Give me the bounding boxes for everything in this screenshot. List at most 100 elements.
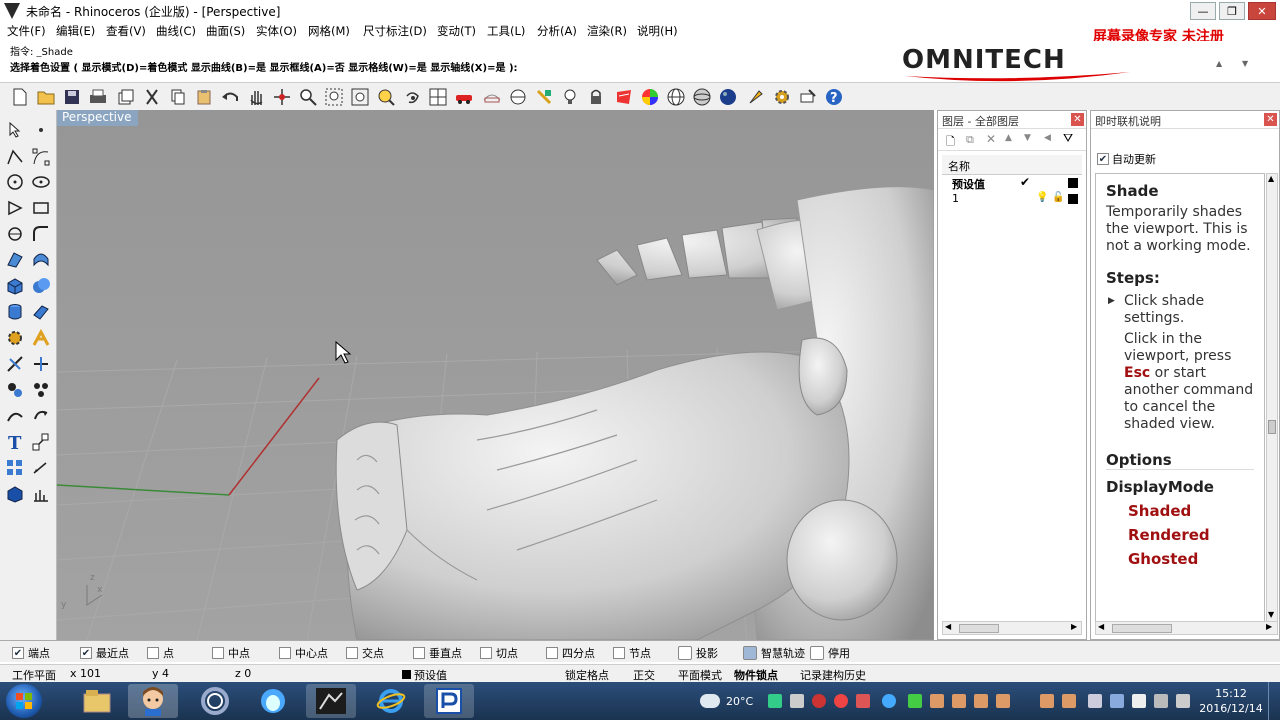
- scroll-left-icon[interactable]: ◀: [1098, 622, 1104, 631]
- tray-app-icon[interactable]: [1040, 694, 1054, 708]
- cylinder-icon[interactable]: [5, 302, 25, 322]
- block-icon[interactable]: [31, 380, 51, 400]
- menu-analyze[interactable]: 分析(A): [537, 23, 577, 39]
- cut-icon[interactable]: [142, 87, 162, 107]
- tray-app-icon[interactable]: [908, 694, 922, 708]
- rhino-taskbar-icon[interactable]: [306, 684, 356, 718]
- mode-ghosted-link[interactable]: Ghosted: [1128, 550, 1254, 568]
- snap-mid[interactable]: 中点: [212, 645, 250, 661]
- menu-help[interactable]: 说明(H): [637, 23, 678, 39]
- zoom-selected-icon[interactable]: [376, 87, 396, 107]
- move-out-icon[interactable]: ◀: [1044, 133, 1051, 143]
- layer-row[interactable]: 1 💡 🔓: [942, 191, 1082, 207]
- shaded-sphere-icon[interactable]: [692, 87, 712, 107]
- undo-view-icon[interactable]: [402, 87, 422, 107]
- scroll-thumb[interactable]: [1112, 624, 1172, 633]
- ortho-toggle[interactable]: 正交: [633, 667, 655, 683]
- target-cplane-icon[interactable]: [508, 87, 528, 107]
- snap-checkbox[interactable]: [480, 647, 492, 659]
- help-close-icon[interactable]: ✕: [1264, 113, 1277, 126]
- command-options-line[interactable]: 选择着色设置 ( 显示模式(D)=着色模式 显示曲线(B)=是 显示框线(A)=…: [10, 59, 518, 74]
- menu-tools[interactable]: 工具(L): [487, 23, 525, 39]
- snap-checkbox[interactable]: [147, 647, 159, 659]
- menu-mesh[interactable]: 网格(M): [308, 23, 350, 39]
- tools-icon[interactable]: [798, 87, 818, 107]
- layer-color-swatch[interactable]: [1068, 178, 1078, 188]
- project-toggle[interactable]: [678, 646, 692, 660]
- move-down-icon[interactable]: ▼: [1024, 133, 1031, 143]
- tray-app-icon[interactable]: [790, 694, 804, 708]
- new-sublayer-icon[interactable]: ⧉: [966, 133, 974, 147]
- viewport-scene[interactable]: z y x: [57, 110, 934, 640]
- boolean-union-icon[interactable]: [31, 276, 51, 296]
- rendered-sphere-icon[interactable]: [718, 87, 738, 107]
- scroll-right-icon[interactable]: ▶: [1071, 622, 1077, 631]
- tray-app-icon[interactable]: [996, 694, 1010, 708]
- perspective-viewport[interactable]: z y x Perspective: [57, 110, 934, 640]
- layers-horizontal-scrollbar[interactable]: ◀ ▶: [942, 621, 1082, 635]
- fillet-curve-icon[interactable]: [31, 224, 51, 244]
- current-layer[interactable]: 预设值: [414, 667, 447, 683]
- viewport-title-tab[interactable]: Perspective: [57, 110, 138, 126]
- surface-patch-icon[interactable]: [31, 250, 51, 270]
- tray-app-icon[interactable]: [812, 694, 826, 708]
- windows-logo-icon[interactable]: [15, 692, 33, 710]
- filter-icon[interactable]: ⛛: [1063, 131, 1073, 146]
- menu-file[interactable]: 文件(F): [7, 23, 46, 39]
- help-icon[interactable]: ?: [824, 87, 844, 107]
- undo-icon[interactable]: [220, 87, 240, 107]
- layer-row[interactable]: 预设值 ✔: [942, 175, 1082, 191]
- current-layer-check-icon[interactable]: ✔: [1020, 175, 1030, 189]
- tray-app-icon[interactable]: [1110, 694, 1124, 708]
- minimize-button[interactable]: —: [1190, 2, 1216, 20]
- delete-layer-icon[interactable]: ✕: [986, 132, 996, 146]
- character-app-taskbar-icon[interactable]: [128, 684, 178, 718]
- rectangle-icon[interactable]: [31, 198, 51, 218]
- render-box-icon[interactable]: [5, 484, 25, 504]
- command-scroll-arrows[interactable]: ▲ ▼: [1214, 41, 1270, 77]
- recorder-taskbar-icon[interactable]: [424, 684, 474, 718]
- tray-app-icon[interactable]: [834, 694, 848, 708]
- smarttrack-toggle[interactable]: [743, 646, 757, 660]
- zoom-extents-icon[interactable]: [350, 87, 370, 107]
- extrude-surface-icon[interactable]: [31, 302, 51, 322]
- ellipse-icon[interactable]: [31, 172, 51, 192]
- snap-near[interactable]: ✔ 最近点: [80, 645, 129, 661]
- explorer-taskbar-icon[interactable]: [72, 684, 122, 718]
- tray-app-icon[interactable]: [1062, 694, 1076, 708]
- menu-transform[interactable]: 变动(T): [437, 23, 476, 39]
- scroll-up-icon[interactable]: ▲: [1268, 174, 1274, 183]
- zoom-icon[interactable]: [298, 87, 318, 107]
- tray-app-icon[interactable]: [768, 694, 782, 708]
- select-arrow-icon[interactable]: [5, 120, 25, 140]
- menu-solid[interactable]: 实体(O): [256, 23, 297, 39]
- tray-app-icon[interactable]: [930, 694, 944, 708]
- wireframe-car-icon[interactable]: [482, 87, 502, 107]
- layer-column-header[interactable]: 名称: [942, 155, 1082, 175]
- network-signal-icon[interactable]: [1154, 694, 1168, 708]
- split-icon[interactable]: [31, 354, 51, 374]
- grid-snap-toggle[interactable]: 锁定格点: [565, 667, 609, 683]
- copy-window-icon[interactable]: [116, 87, 136, 107]
- snap-point[interactable]: 点: [147, 645, 174, 661]
- lightbulb-icon[interactable]: [560, 87, 580, 107]
- menu-curve[interactable]: 曲线(C): [156, 23, 196, 39]
- help-vertical-scrollbar[interactable]: ▲ ▼: [1266, 173, 1278, 625]
- expand-triangle-icon[interactable]: ▶: [1108, 293, 1115, 310]
- ie-browser-taskbar-icon[interactable]: [366, 684, 416, 718]
- circle-icon[interactable]: [5, 172, 25, 192]
- scale-icon[interactable]: [31, 432, 51, 452]
- scroll-down-icon[interactable]: ▼: [1268, 610, 1274, 619]
- surface-corner-icon[interactable]: [5, 250, 25, 270]
- print-icon[interactable]: [88, 87, 108, 107]
- snap-checkbox[interactable]: [279, 647, 291, 659]
- help-horizontal-scrollbar[interactable]: ◀ ▶: [1095, 621, 1278, 635]
- polyline-icon[interactable]: [5, 147, 25, 167]
- move-up-icon[interactable]: ▲: [1005, 133, 1012, 143]
- scroll-up-icon[interactable]: ▲: [1216, 59, 1222, 68]
- layer-color-swatch[interactable]: [1068, 194, 1078, 204]
- menu-render[interactable]: 渲染(R): [587, 23, 627, 39]
- zoom-window-icon[interactable]: [324, 87, 344, 107]
- tray-app-icon[interactable]: [952, 694, 966, 708]
- snap-knot[interactable]: 节点: [613, 645, 651, 661]
